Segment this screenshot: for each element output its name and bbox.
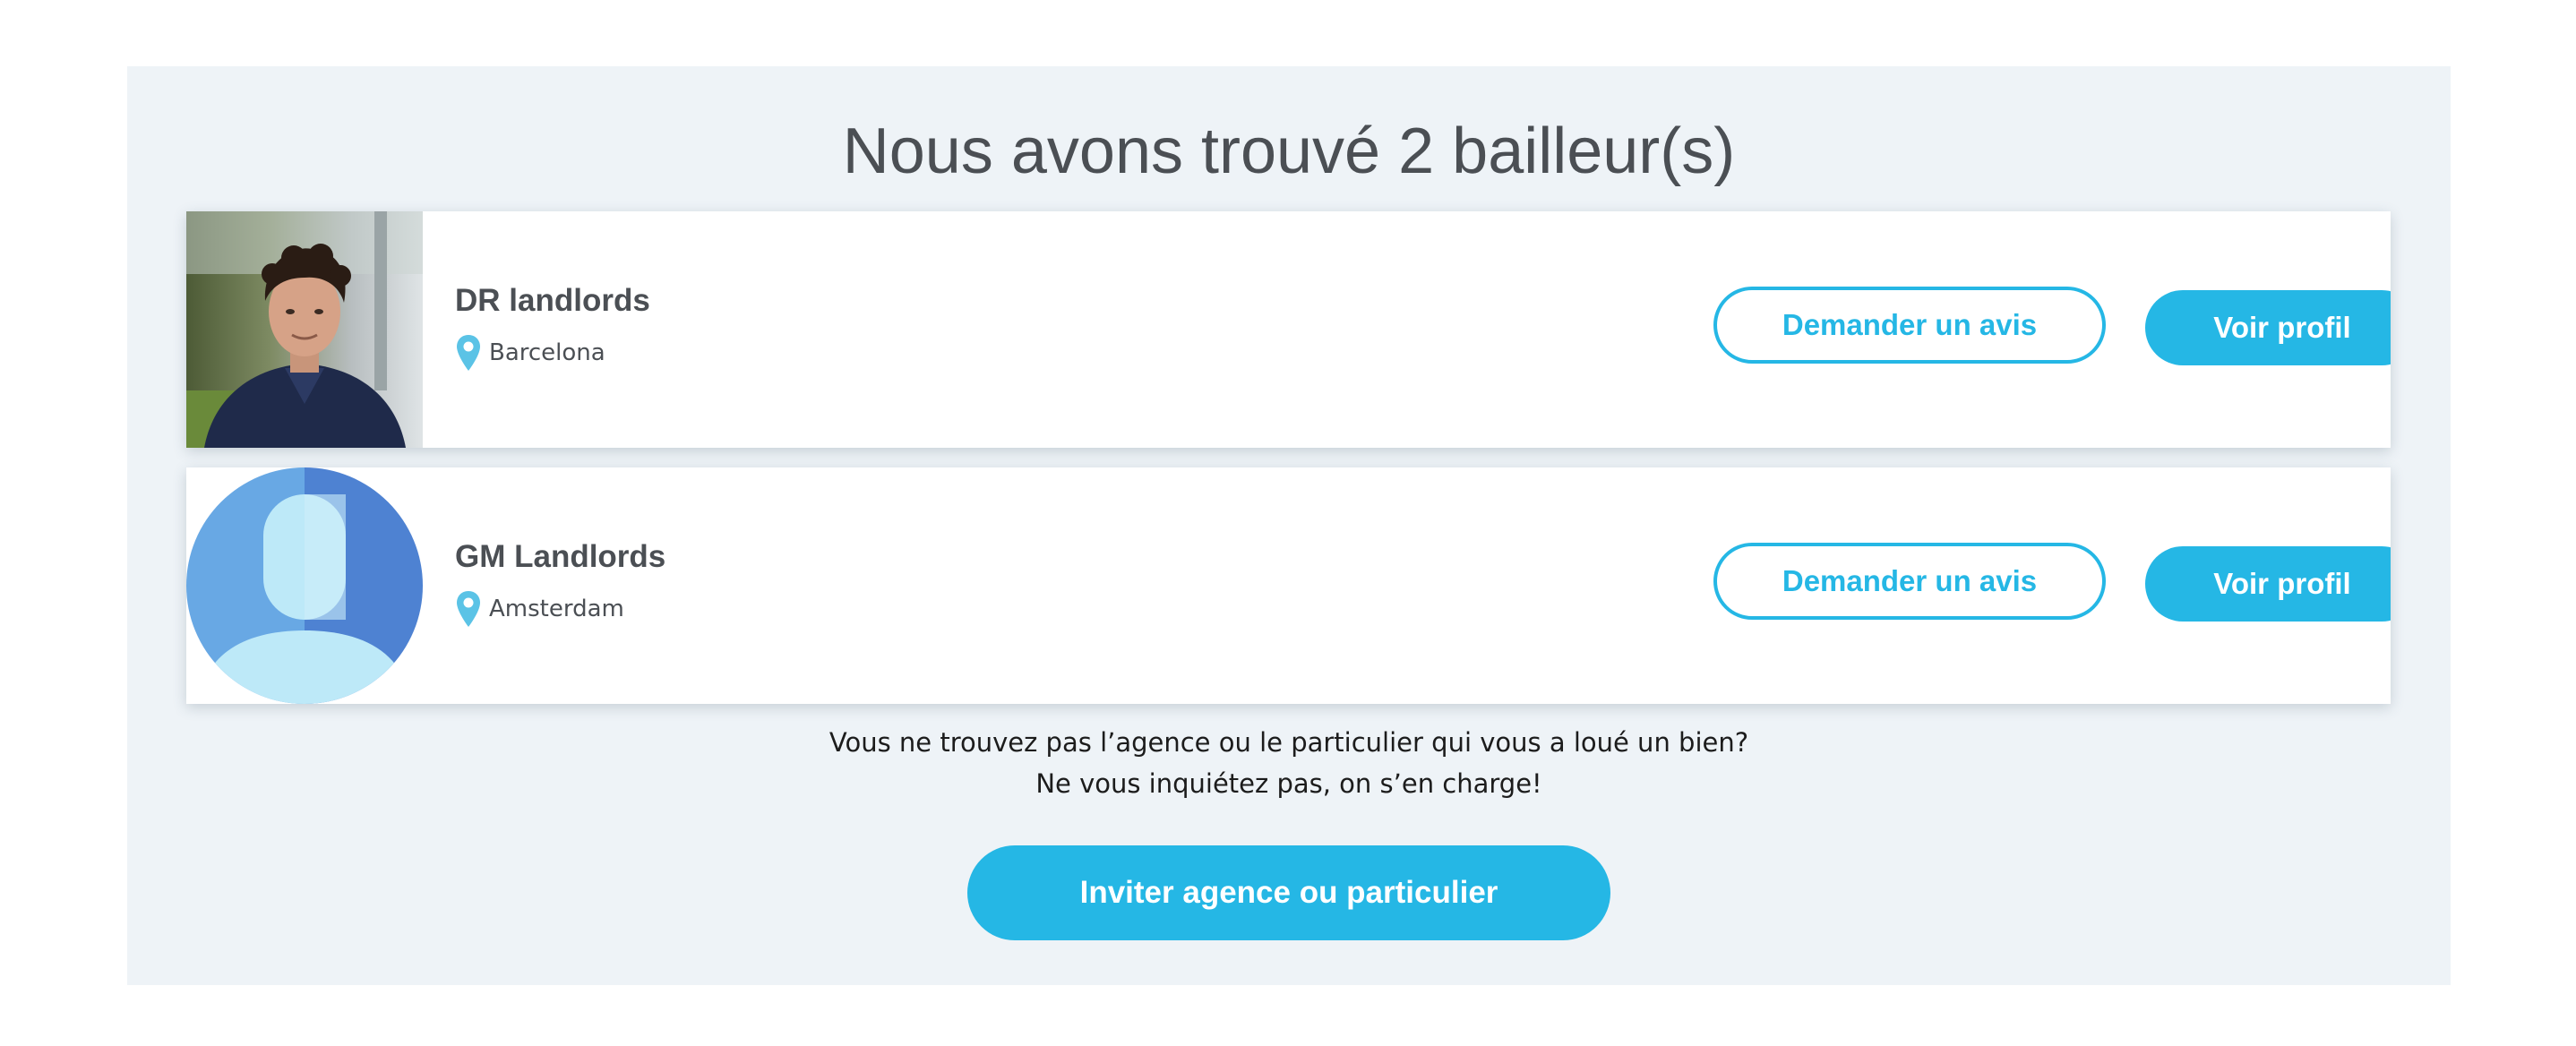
location-label: Amsterdam <box>489 596 624 622</box>
results-panel: Nous avons trouvé 2 bailleur(s) DR landl… <box>127 66 2451 985</box>
photo-avatar <box>186 211 423 448</box>
location-pin-icon <box>457 335 480 371</box>
location-pin-icon <box>457 591 480 627</box>
location-label: Barcelona <box>489 339 605 366</box>
avatar <box>186 211 423 448</box>
view-profile-button[interactable]: Voir profil <box>2145 290 2391 365</box>
landlord-location: Barcelona <box>455 333 605 373</box>
default-user-avatar-icon <box>186 467 423 704</box>
view-profile-button[interactable]: Voir profil <box>2145 546 2391 622</box>
invite-agency-button[interactable]: Inviter agence ou particulier <box>967 845 1610 940</box>
avatar <box>186 467 423 704</box>
landlord-card: DR landlords Barcelona Demander un avis … <box>186 211 2391 448</box>
landlord-name[interactable]: DR landlords <box>455 283 650 319</box>
request-review-button[interactable]: Demander un avis <box>1713 543 2106 620</box>
landlord-name[interactable]: GM Landlords <box>455 539 665 575</box>
request-review-button[interactable]: Demander un avis <box>1713 287 2106 364</box>
page-title: Nous avons trouvé 2 bailleur(s) <box>842 116 1736 187</box>
not-found-message: Vous ne trouvez pas l’agence ou le parti… <box>829 727 1749 758</box>
landlord-card: GM Landlords Amsterdam Demander un avis … <box>186 467 2391 704</box>
landlord-location: Amsterdam <box>455 589 624 629</box>
reassurance-message: Ne vous inquiétez pas, on s’en charge! <box>1035 768 1542 799</box>
